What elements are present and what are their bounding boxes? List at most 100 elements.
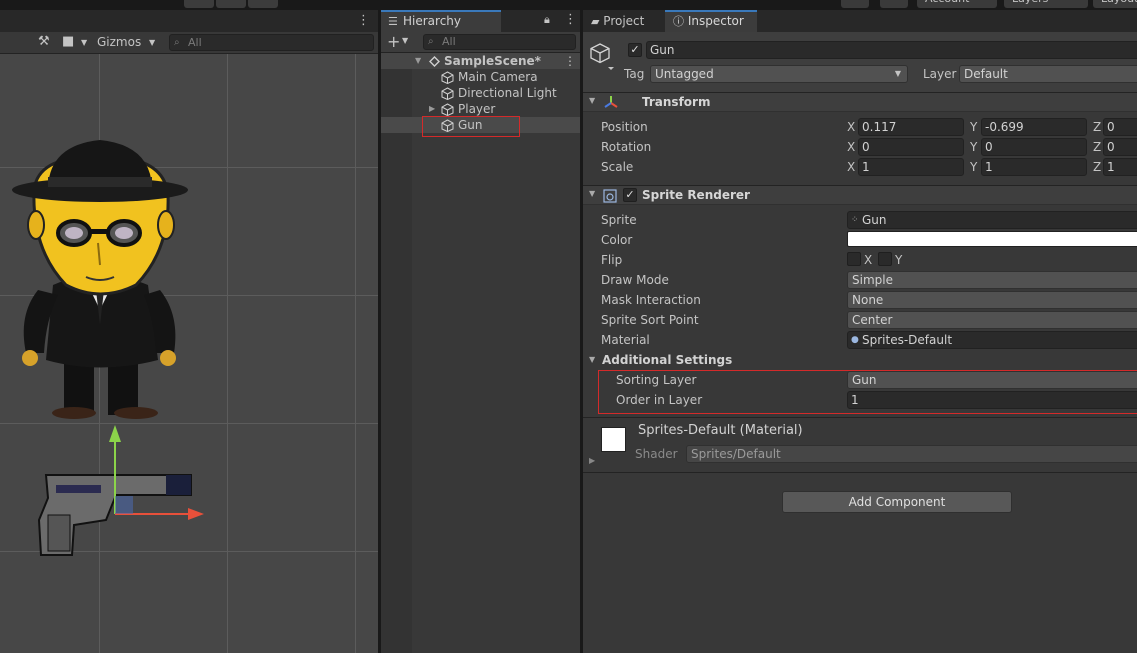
rotation-z-field[interactable]: 0 — [1103, 138, 1137, 156]
add-component-button[interactable]: Add Component — [782, 491, 1012, 513]
search-icon: ⌕ — [174, 37, 180, 48]
play-button[interactable] — [184, 0, 214, 8]
axis-y-label: Y — [970, 140, 978, 154]
color-label: Color — [601, 233, 633, 247]
position-label: Position — [601, 120, 648, 134]
scale-y-field[interactable]: 1 — [981, 158, 1087, 176]
divider — [583, 417, 1137, 418]
object-name-field[interactable]: Gun — [646, 41, 1137, 59]
sprite-sort-point-label: Sprite Sort Point — [601, 313, 699, 327]
camera-icon[interactable]: ■ — [62, 34, 74, 49]
unity-scene-icon — [429, 56, 440, 67]
scale-x-field[interactable]: 1 — [858, 158, 964, 176]
tools-icon[interactable]: ⚒ — [38, 34, 50, 49]
axis-y-label: Y — [970, 120, 978, 134]
scale-label: Scale — [601, 160, 634, 174]
chevron-down-icon[interactable]: ▼ — [589, 355, 595, 364]
rotation-label: Rotation — [601, 140, 652, 154]
chevron-down-icon[interactable]: ▼ — [415, 53, 421, 69]
shader-dropdown[interactable]: Sprites/Default — [686, 445, 1137, 463]
mask-interaction-label: Mask Interaction — [601, 293, 701, 307]
scene-menu-icon[interactable]: ⋮ — [357, 13, 370, 28]
cloud-button[interactable] — [880, 0, 908, 8]
chevron-down-icon[interactable]: ▼ — [589, 96, 595, 105]
draw-mode-dropdown[interactable]: Simple — [847, 271, 1137, 289]
account-dropdown[interactable]: Account — [917, 0, 997, 8]
axis-z-label: Z — [1093, 140, 1102, 154]
flip-x-checkbox[interactable] — [847, 252, 861, 266]
sprite-renderer-enabled-checkbox[interactable]: ✓ — [623, 188, 637, 202]
additional-settings-foldout[interactable]: Additional Settings — [602, 353, 732, 367]
hierarchy-menu-icon[interactable]: ⋮ — [564, 12, 577, 27]
draw-mode-label: Draw Mode — [601, 273, 669, 287]
rotation-y-field[interactable]: 0 — [981, 138, 1087, 156]
main-toolbar: Account Layers Layout — [0, 0, 1137, 10]
sprite-renderer-title: Sprite Renderer — [642, 188, 750, 202]
gameobject-cube-icon — [590, 43, 614, 70]
scene-search-input[interactable]: ⌕ All — [169, 34, 374, 51]
gameobject-cube-icon — [441, 71, 454, 84]
hierarchy-search-input[interactable]: ⌕ All — [423, 34, 576, 50]
inspector-panel: ▰ Project ⓘ Inspector ✓ Gun Tag Untagged… — [583, 10, 1137, 653]
grid-line — [355, 54, 356, 653]
sprite-sort-point-dropdown[interactable]: Center — [847, 311, 1137, 329]
material-label: Material — [601, 333, 650, 347]
gameobject-header: ✓ Gun Tag Untagged ▼ Layer Default — [583, 32, 1137, 94]
tab-inspector[interactable]: ⓘ Inspector — [665, 10, 757, 32]
player-sprite[interactable] — [8, 125, 193, 425]
inspector-tab-bar: ▰ Project ⓘ Inspector — [583, 10, 1137, 32]
scene-name: SampleScene* — [444, 54, 541, 68]
hierarchy-item-directional-light[interactable]: Directional Light — [381, 85, 580, 101]
hierarchy-item-label: Player — [458, 102, 496, 116]
flip-y-checkbox[interactable] — [878, 252, 892, 266]
position-z-field[interactable]: 0 — [1103, 118, 1137, 136]
layout-dropdown[interactable]: Layout — [1093, 0, 1137, 8]
layers-dropdown[interactable]: Layers — [1004, 0, 1088, 8]
hierarchy-scene-row[interactable]: ▼ SampleScene* ⋮ — [381, 53, 580, 69]
tab-label: Inspector — [687, 14, 744, 28]
chevron-down-icon[interactable]: ▼ — [81, 38, 87, 47]
collab-button[interactable] — [841, 0, 869, 8]
list-icon: ☰ — [388, 15, 398, 28]
rotation-x-field[interactable]: 0 — [858, 138, 964, 156]
tab-project[interactable]: ▰ Project — [583, 10, 665, 32]
chevron-down-icon[interactable]: ▼ — [149, 38, 155, 47]
mask-interaction-dropdown[interactable]: None — [847, 291, 1137, 309]
chevron-down-icon[interactable]: ▼ — [589, 189, 595, 198]
chevron-down-icon[interactable]: ▼ — [402, 36, 408, 45]
hierarchy-item-main-camera[interactable]: Main Camera — [381, 69, 580, 85]
sprite-label: Sprite — [601, 213, 637, 227]
chevron-right-icon[interactable]: ▶ — [429, 101, 435, 117]
hierarchy-item-label: Main Camera — [458, 70, 538, 84]
scene-menu-icon[interactable]: ⋮ — [564, 53, 576, 69]
sprite-field[interactable]: ⁘ Gun — [847, 211, 1137, 229]
plus-icon[interactable]: + — [387, 32, 400, 51]
scene-search-placeholder: All — [188, 36, 202, 49]
scene-view[interactable]: ⋮ ⚒ ■ ▼ Gizmos ▼ ⌕ All — [0, 10, 378, 653]
gameobject-cube-icon — [441, 103, 454, 116]
tab-hierarchy[interactable]: ☰ Hierarchy — [381, 10, 501, 32]
highlight-box — [422, 116, 520, 137]
position-y-field[interactable]: -0.699 — [981, 118, 1087, 136]
hierarchy-gutter — [381, 53, 412, 653]
active-checkbox[interactable]: ✓ — [628, 43, 642, 57]
pause-button[interactable] — [216, 0, 246, 8]
tag-dropdown[interactable]: Untagged ▼ — [650, 65, 908, 83]
lock-icon[interactable]: 🔒︎ — [544, 13, 550, 27]
material-field[interactable]: ● Sprites-Default — [847, 331, 1137, 349]
position-x-field[interactable]: 0.117 — [858, 118, 964, 136]
move-gizmo[interactable] — [100, 420, 210, 530]
step-button[interactable] — [248, 0, 278, 8]
transform-header[interactable]: ▼ Transform — [583, 92, 1137, 112]
sprite-renderer-header[interactable]: ▼ ✓ Sprite Renderer — [583, 185, 1137, 205]
scale-z-field[interactable]: 1 — [1103, 158, 1137, 176]
hierarchy-item-player[interactable]: ▶ Player — [381, 101, 580, 117]
chevron-down-icon: ▼ — [894, 69, 901, 78]
color-swatch[interactable] — [847, 231, 1137, 247]
tag-value: Untagged — [655, 67, 714, 81]
hierarchy-item-label: Directional Light — [458, 86, 557, 100]
chevron-right-icon[interactable]: ▶ — [589, 456, 595, 465]
gizmos-button[interactable]: Gizmos — [97, 35, 141, 49]
layer-dropdown[interactable]: Default — [959, 65, 1137, 83]
hierarchy-panel: ☰ Hierarchy 🔒︎ ⋮ + ▼ ⌕ All ▼ SampleScene… — [381, 10, 580, 653]
